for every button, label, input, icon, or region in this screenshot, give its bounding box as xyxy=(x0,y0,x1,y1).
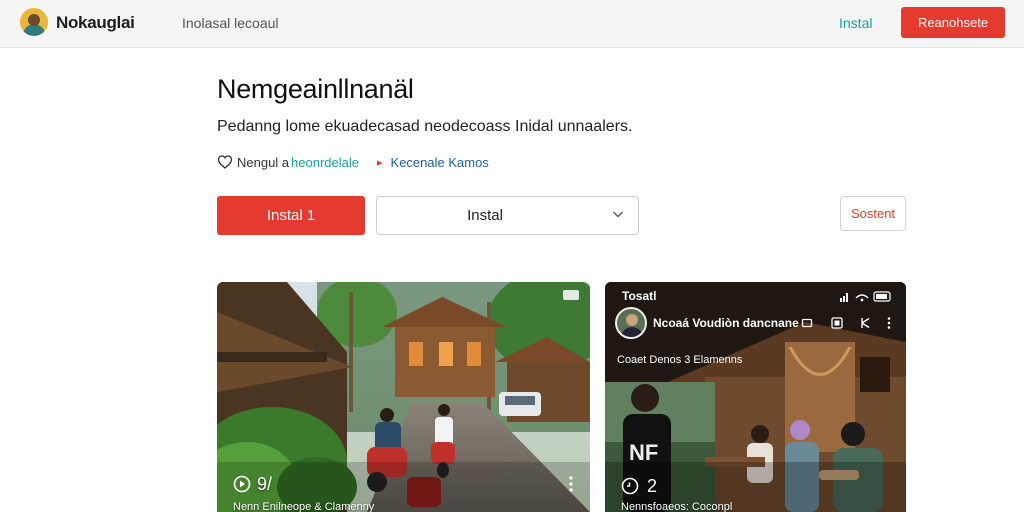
install-link[interactable]: Instal xyxy=(839,15,872,31)
secondary-button[interactable]: Sostent xyxy=(840,196,906,231)
meta-left-link[interactable]: heonrdelale xyxy=(291,155,359,170)
avatar-head-shape xyxy=(626,314,638,326)
play-icon[interactable] xyxy=(621,477,639,495)
video-count: 9/ xyxy=(257,474,273,494)
avatar-body-shape xyxy=(621,327,643,337)
video-title: Nennsfoaeos: Coconpl xyxy=(621,501,733,512)
more-vertical-icon[interactable] xyxy=(569,476,573,492)
meta-left-label: Nengul a xyxy=(237,154,290,170)
select-value: Instal xyxy=(467,207,503,224)
status-bar-icons xyxy=(840,291,891,302)
meta-right-link[interactable]: Kecenale Kamos xyxy=(391,155,489,170)
nav-link[interactable]: Inolasal lecoaul xyxy=(182,15,279,31)
profile-name[interactable]: Ncoaá Voudiòn dancnane xyxy=(653,316,799,330)
screen-icon[interactable] xyxy=(831,317,843,329)
interview-video-card[interactable]: NF Tosatl Ncoaá Voudiòn dancnane Coaet D… xyxy=(605,282,906,512)
logo-head-shape xyxy=(28,14,40,26)
install-select[interactable]: Instal xyxy=(376,196,639,235)
video-title: Nenn Enilneope & Clamenny xyxy=(233,501,375,512)
camera-icon[interactable] xyxy=(801,317,813,329)
avatar[interactable] xyxy=(615,307,647,339)
profile-row: Ncoaá Voudiòn dancnane xyxy=(615,307,900,341)
tag-icon: ▸ xyxy=(377,156,383,169)
svg-text:NF: NF xyxy=(629,440,658,465)
video-caption: Coaet Denos 3 Elamenns xyxy=(617,354,743,366)
chevron-down-icon xyxy=(613,211,623,218)
install-button[interactable]: Instal 1 xyxy=(217,196,365,235)
page-subtitle: Pedanng lome ekuadecasad neodecoass Inid… xyxy=(217,118,633,135)
village-video-card[interactable]: 9/ Nenn Enilneope & Clamenny xyxy=(217,282,590,512)
more-vertical-icon[interactable] xyxy=(887,317,891,329)
video-count: 2 xyxy=(647,476,658,496)
header-primary-button[interactable]: Reanohsete xyxy=(901,7,1005,38)
share-icon[interactable] xyxy=(859,317,871,329)
app-logo-icon[interactable] xyxy=(20,8,48,36)
top-navigation-bar: Nokauglai Inolasal lecoaul Instal Reanoh… xyxy=(0,0,1024,48)
page-title: Nemgeainllnanäl xyxy=(217,74,414,104)
village-street-image xyxy=(217,282,590,512)
play-icon[interactable] xyxy=(233,475,251,493)
status-time: Tosatl xyxy=(622,289,657,303)
app-title[interactable]: Nokauglai xyxy=(56,13,135,33)
heart-outline-icon[interactable] xyxy=(217,154,233,170)
meta-row: Nengul a heonrdelale ▸ Kecenale Kamos xyxy=(217,153,489,171)
